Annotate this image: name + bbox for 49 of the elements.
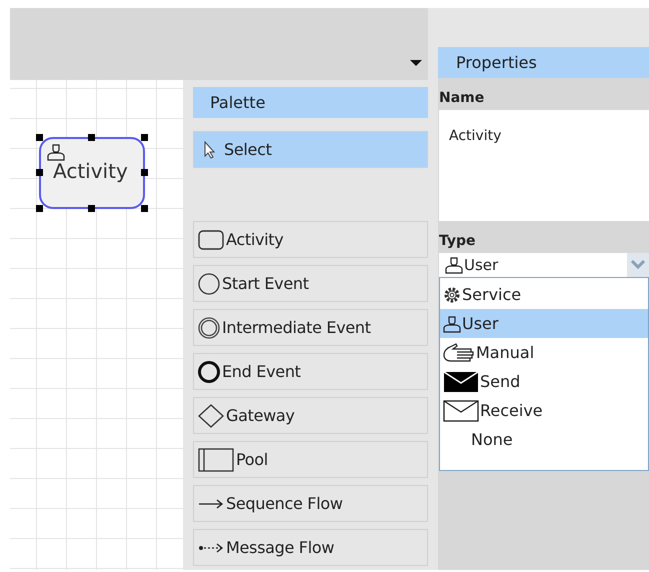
user-icon: [443, 314, 461, 332]
palette-tool-button[interactable]: Pool: [193, 441, 428, 478]
resize-handle[interactable]: [36, 205, 43, 212]
thick-circle-icon: [198, 360, 220, 382]
envelope-icon: [443, 400, 479, 422]
dropdown-arrow-icon[interactable]: [410, 60, 422, 66]
pool-icon: [198, 448, 234, 472]
chevron-down-icon: [631, 260, 645, 270]
resize-handle[interactable]: [88, 205, 95, 212]
resize-handle[interactable]: [36, 134, 43, 141]
dropdown-option[interactable]: Manual: [440, 338, 648, 367]
user-icon: [445, 256, 463, 274]
resize-handle[interactable]: [141, 169, 148, 176]
dropdown-option[interactable]: Send: [440, 367, 648, 396]
dropdown-option[interactable]: Receive: [440, 396, 648, 425]
filled-envelope-icon: [443, 370, 479, 392]
resize-handle[interactable]: [88, 134, 95, 141]
palette-header: Palette: [193, 87, 428, 118]
dotted-arrow-icon: [198, 542, 224, 554]
palette-tool-button[interactable]: End Event: [193, 353, 428, 390]
palette-tool-button[interactable]: Intermediate Event: [193, 309, 428, 346]
dropdown-option[interactable]: User: [440, 309, 648, 338]
gear-icon: [443, 286, 461, 304]
rounded-rectangle-icon: [198, 230, 224, 250]
diamond-icon: [198, 404, 224, 428]
palette-tool-button[interactable]: Activity: [193, 221, 428, 258]
dropdown-option[interactable]: None: [440, 425, 648, 454]
circle-icon: [198, 272, 220, 294]
arrow-icon: [198, 498, 224, 510]
palette-tool-button[interactable]: Gateway: [193, 397, 428, 434]
palette-tool-button[interactable]: Sequence Flow: [193, 485, 428, 522]
dropdown-button[interactable]: [627, 253, 649, 277]
palette-tool-button[interactable]: Start Event: [193, 265, 428, 302]
dropdown-option[interactable]: Service: [440, 280, 648, 309]
hand-icon: [443, 342, 475, 362]
name-field[interactable]: Activity: [439, 110, 649, 221]
field-label: Type: [438, 232, 477, 251]
pointer-icon: [204, 140, 216, 158]
palette-tool-button[interactable]: Select: [193, 131, 428, 168]
field-label: Name: [438, 89, 486, 108]
resize-handle[interactable]: [141, 134, 148, 141]
resize-handle[interactable]: [141, 205, 148, 212]
resize-handle[interactable]: [36, 169, 43, 176]
user-icon: [47, 143, 65, 161]
activity-node[interactable]: Activity: [39, 137, 145, 209]
properties-header: Properties: [438, 47, 649, 78]
double-circle-icon: [198, 316, 220, 338]
palette-tool-button[interactable]: Message Flow: [193, 529, 428, 566]
type-dropdown[interactable]: User: [439, 253, 627, 277]
